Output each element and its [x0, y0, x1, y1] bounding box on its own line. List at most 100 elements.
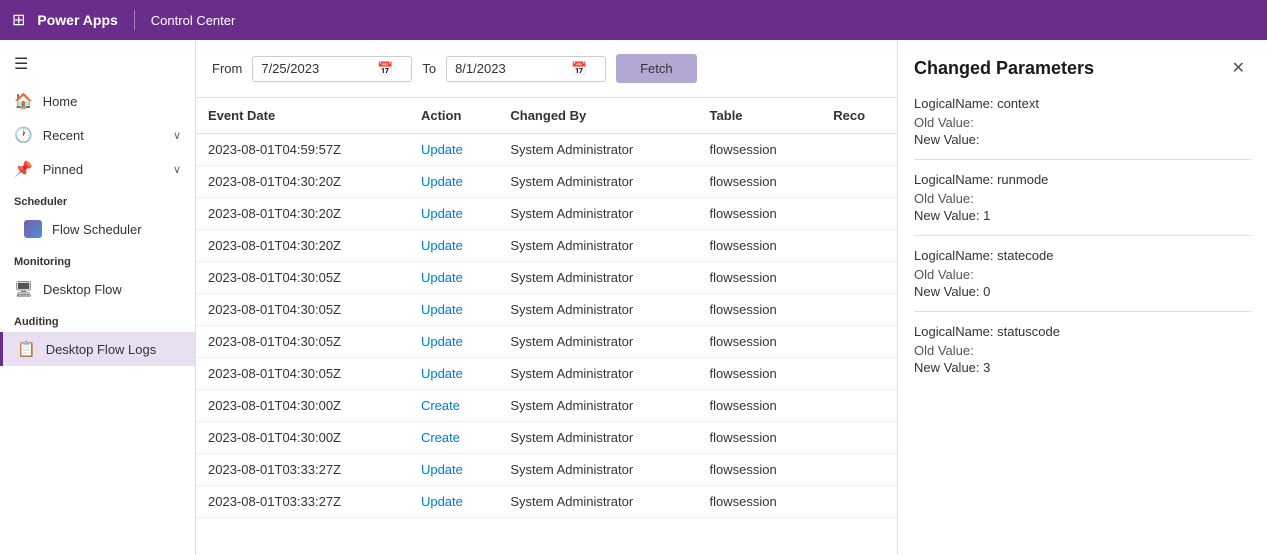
cell-record	[821, 262, 897, 294]
logs-icon: 📋	[17, 340, 36, 358]
cell-event-date: 2023-08-01T04:30:00Z	[196, 422, 409, 454]
sidebar-item-home-label: Home	[43, 94, 78, 109]
close-panel-button[interactable]: ✕	[1226, 56, 1251, 80]
sidebar: ☰ 🏠 Home 🕐 Recent ∨ 📌 Pinned ∨ Scheduler…	[0, 40, 196, 555]
hamburger-icon[interactable]: ☰	[0, 44, 195, 84]
cell-action[interactable]: Update	[409, 326, 498, 358]
param-logical-name: LogicalName: runmode	[914, 172, 1251, 187]
cell-record	[821, 486, 897, 518]
action-link[interactable]: Update	[421, 238, 463, 253]
cell-event-date: 2023-08-01T04:30:00Z	[196, 390, 409, 422]
cell-changed-by: System Administrator	[498, 134, 697, 166]
table-row: 2023-08-01T03:33:27Z Update System Admin…	[196, 454, 897, 486]
cell-table: flowsession	[698, 422, 822, 454]
action-link[interactable]: Update	[421, 206, 463, 221]
cell-action[interactable]: Update	[409, 454, 498, 486]
topbar: ⊞ Power Apps Control Center	[0, 0, 1267, 40]
cell-table: flowsession	[698, 358, 822, 390]
cell-record	[821, 230, 897, 262]
table-container: Event Date Action Changed By Table Reco …	[196, 98, 897, 555]
auditing-section-label: Auditing	[0, 306, 195, 332]
sidebar-item-pinned-label: Pinned	[43, 162, 83, 177]
home-icon: 🏠	[14, 92, 33, 110]
scheduler-section-label: Scheduler	[0, 186, 195, 212]
cell-table: flowsession	[698, 486, 822, 518]
from-calendar-icon[interactable]: 📅	[377, 61, 393, 77]
action-link[interactable]: Update	[421, 494, 463, 509]
cell-action[interactable]: Update	[409, 294, 498, 326]
grid-icon[interactable]: ⊞	[12, 10, 25, 30]
cell-action[interactable]: Update	[409, 198, 498, 230]
cell-event-date: 2023-08-01T04:30:05Z	[196, 294, 409, 326]
table-header-row: Event Date Action Changed By Table Reco	[196, 98, 897, 134]
cell-changed-by: System Administrator	[498, 230, 697, 262]
cell-changed-by: System Administrator	[498, 358, 697, 390]
sidebar-item-flow-scheduler[interactable]: Flow Scheduler	[0, 212, 195, 246]
cell-action[interactable]: Update	[409, 134, 498, 166]
param-section: LogicalName: runmode Old Value: New Valu…	[914, 172, 1251, 236]
side-panel: Changed Parameters ✕ LogicalName: contex…	[897, 40, 1267, 555]
action-link[interactable]: Update	[421, 142, 463, 157]
param-old-value: Old Value:	[914, 115, 1251, 130]
from-date-input[interactable]	[261, 61, 371, 76]
to-calendar-icon[interactable]: 📅	[571, 61, 587, 77]
sidebar-item-desktop-flow-logs[interactable]: 📋 Desktop Flow Logs	[0, 332, 195, 366]
cell-action[interactable]: Update	[409, 230, 498, 262]
param-new-value: New Value: 3	[914, 360, 1251, 375]
param-logical-name: LogicalName: statuscode	[914, 324, 1251, 339]
table-row: 2023-08-01T04:30:00Z Create System Admin…	[196, 390, 897, 422]
cell-table: flowsession	[698, 134, 822, 166]
param-section: LogicalName: statecode Old Value: New Va…	[914, 248, 1251, 312]
app-name: Power Apps	[37, 12, 117, 28]
cell-changed-by: System Administrator	[498, 166, 697, 198]
col-record: Reco	[821, 98, 897, 134]
topbar-divider	[134, 10, 135, 30]
monitoring-section-label: Monitoring	[0, 246, 195, 272]
cell-action[interactable]: Update	[409, 166, 498, 198]
side-panel-header: Changed Parameters ✕	[914, 56, 1251, 80]
cell-changed-by: System Administrator	[498, 262, 697, 294]
cell-event-date: 2023-08-01T03:33:27Z	[196, 454, 409, 486]
action-link[interactable]: Create	[421, 398, 460, 413]
main-layout: ☰ 🏠 Home 🕐 Recent ∨ 📌 Pinned ∨ Scheduler…	[0, 40, 1267, 555]
action-link[interactable]: Update	[421, 462, 463, 477]
cell-table: flowsession	[698, 166, 822, 198]
param-old-value: Old Value:	[914, 343, 1251, 358]
cell-event-date: 2023-08-01T04:30:05Z	[196, 358, 409, 390]
action-link[interactable]: Update	[421, 302, 463, 317]
cell-event-date: 2023-08-01T04:30:20Z	[196, 230, 409, 262]
to-label: To	[422, 61, 436, 76]
param-logical-name: LogicalName: statecode	[914, 248, 1251, 263]
param-section: LogicalName: statuscode Old Value: New V…	[914, 324, 1251, 387]
sidebar-item-home[interactable]: 🏠 Home	[0, 84, 195, 118]
pin-icon: 📌	[14, 160, 33, 178]
action-link[interactable]: Update	[421, 366, 463, 381]
cell-record	[821, 422, 897, 454]
cell-record	[821, 134, 897, 166]
action-link[interactable]: Update	[421, 334, 463, 349]
fetch-button[interactable]: Fetch	[616, 54, 697, 83]
action-link[interactable]: Create	[421, 430, 460, 445]
table-row: 2023-08-01T04:30:00Z Create System Admin…	[196, 422, 897, 454]
cell-changed-by: System Administrator	[498, 294, 697, 326]
param-old-value: Old Value:	[914, 191, 1251, 206]
cell-action[interactable]: Create	[409, 390, 498, 422]
params-container: LogicalName: context Old Value: New Valu…	[914, 96, 1251, 387]
cell-action[interactable]: Update	[409, 486, 498, 518]
table-row: 2023-08-01T04:30:20Z Update System Admin…	[196, 230, 897, 262]
table-row: 2023-08-01T04:30:05Z Update System Admin…	[196, 358, 897, 390]
sidebar-item-pinned[interactable]: 📌 Pinned ∨	[0, 152, 195, 186]
action-link[interactable]: Update	[421, 174, 463, 189]
side-panel-title: Changed Parameters	[914, 58, 1094, 79]
sidebar-item-recent[interactable]: 🕐 Recent ∨	[0, 118, 195, 152]
cell-action[interactable]: Update	[409, 358, 498, 390]
sidebar-item-desktop-flow[interactable]: 🖥 Desktop Flow	[0, 272, 195, 306]
cell-action[interactable]: Create	[409, 422, 498, 454]
cell-event-date: 2023-08-01T04:30:20Z	[196, 166, 409, 198]
cell-action[interactable]: Update	[409, 262, 498, 294]
cell-record	[821, 166, 897, 198]
action-link[interactable]: Update	[421, 270, 463, 285]
to-date-input[interactable]	[455, 61, 565, 76]
cell-table: flowsession	[698, 390, 822, 422]
from-date-input-wrap: 📅	[252, 56, 412, 82]
